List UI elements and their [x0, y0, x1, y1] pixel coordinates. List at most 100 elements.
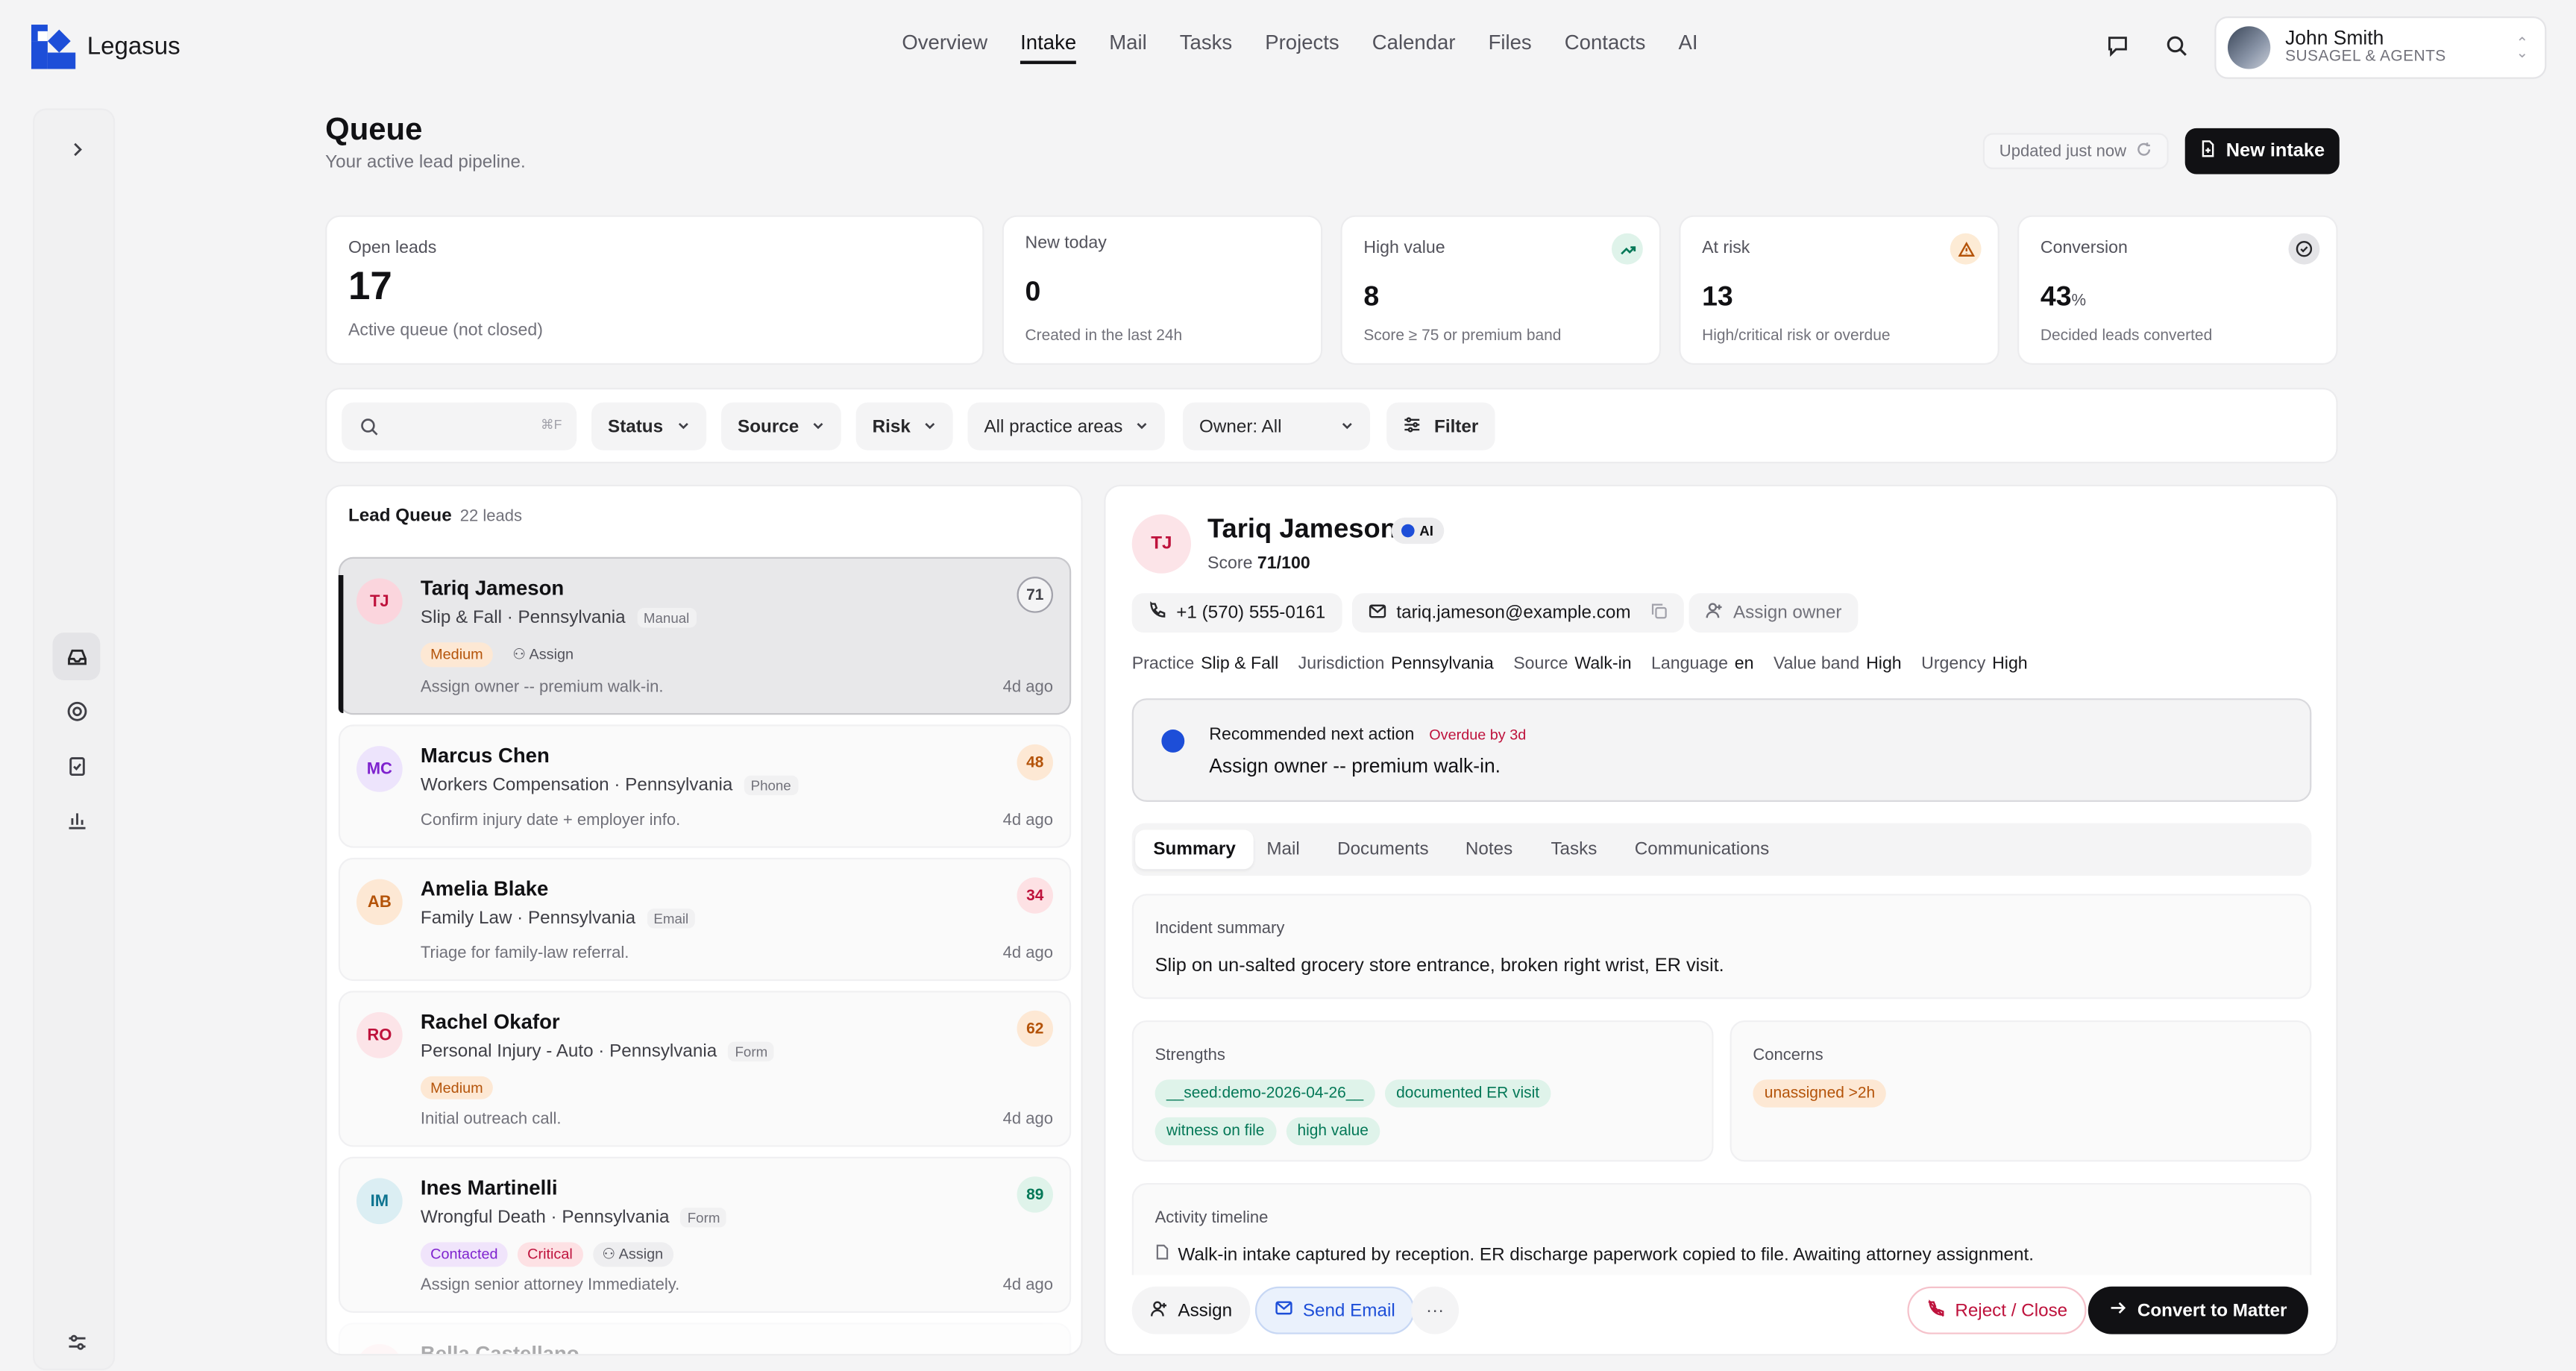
assign-chip[interactable]: ⚇ Assign [503, 642, 583, 667]
filter-button[interactable]: Filter [1386, 402, 1495, 451]
lead-tags: Medium ⚇ Assign [420, 642, 583, 668]
nav-overview[interactable]: Overview [902, 31, 987, 64]
list-item[interactable]: AB Amelia Blake Family Law · Pennsylvani… [338, 857, 1072, 982]
fact-practice: Practice Slip & Fall [1131, 653, 1279, 674]
list-item[interactable]: IM Ines Martinelli Wrongful Death · Penn… [338, 1156, 1072, 1314]
owner-filter[interactable]: Owner: All [1183, 402, 1371, 451]
mail-icon [1275, 1299, 1292, 1321]
lead-age: 4d ago [1002, 678, 1053, 697]
phone-button[interactable]: +1 (570) 555-0161 [1131, 593, 1342, 633]
phone-off-icon [1927, 1299, 1945, 1322]
nav-calendar[interactable]: Calendar [1372, 31, 1456, 64]
avatar: RO [356, 1011, 403, 1058]
lead-note: Assign senior attorney Immediately. [420, 1276, 680, 1295]
stat-value: 8 [1363, 280, 1380, 313]
user-menu[interactable]: John Smith SUSAGEL & AGENTS ⌃ ⌄ [2214, 16, 2547, 79]
lead-age: 4d ago [1002, 1276, 1053, 1295]
channel-badge: Phone [744, 775, 798, 796]
list-item[interactable]: MC Marcus Chen Workers Compensation · Pe… [338, 724, 1072, 848]
tab-summary[interactable]: Summary [1135, 829, 1254, 870]
copy-icon[interactable] [1650, 602, 1667, 624]
lead-facts: Practice Slip & Fall Jurisdiction Pennsylv… [1132, 654, 2028, 674]
refresh-icon [2136, 140, 2152, 162]
chevron-updown-icon: ⌃ ⌄ [2516, 34, 2529, 61]
list-item[interactable]: RO Rachel Okafor Personal Injury - Auto … [338, 991, 1072, 1147]
refresh-status[interactable]: Updated just now [1982, 133, 2170, 169]
nav-ai[interactable]: AI [1679, 31, 1698, 64]
lifebuoy-icon[interactable] [52, 687, 100, 735]
channel-badge: Manual [637, 608, 697, 628]
chevron-right-icon[interactable] [52, 125, 100, 172]
email-button[interactable]: tariq.jameson@example.com [1351, 593, 1684, 633]
stat-at-risk: At risk 13 High/critical risk or overdue [1679, 215, 1999, 366]
stat-new-today: New today 0 Created in the last 24h [1002, 215, 1323, 366]
lead-age: 4d ago [1002, 1111, 1053, 1129]
list-item[interactable]: BC Bella Castellano [338, 1323, 1072, 1355]
incident-text: Slip on un-salted grocery store entrance… [1155, 956, 1724, 976]
tab-documents[interactable]: Documents [1319, 829, 1447, 869]
avatar: MC [356, 746, 403, 792]
fact-value-band: Value band High [1773, 653, 1902, 674]
main-nav: Overview Intake Mail Tasks Projects Cale… [902, 31, 1730, 64]
status-filter[interactable]: Status [591, 402, 706, 451]
nav-mail[interactable]: Mail [1109, 31, 1146, 64]
detail-tabs: Summary Mail Documents Notes Tasks Commu… [1131, 823, 2312, 876]
assign-chip[interactable]: ⚇ Assign [592, 1242, 673, 1267]
lead-name: Tariq Jameson [420, 577, 565, 600]
lead-meta: Workers Compensation · Pennsylvania Phon… [421, 775, 798, 796]
fact-urgency: Urgency High [1921, 653, 2028, 674]
search-icon[interactable] [2162, 31, 2192, 61]
list-item[interactable]: TJ Tariq Jameson Slip & Fall · Pennsylva… [338, 556, 1072, 715]
selection-indicator [338, 574, 344, 714]
document-plus-icon [2199, 139, 2216, 163]
search-input[interactable]: ⌘F [342, 402, 577, 451]
nav-intake[interactable]: Intake [1020, 31, 1077, 64]
fact-language: Language en [1651, 653, 1754, 674]
nav-contacts[interactable]: Contacts [1565, 31, 1646, 64]
new-intake-button[interactable]: New intake [2184, 128, 2340, 175]
stat-conversion: Conversion 43% Decided leads converted [2017, 215, 2338, 366]
assign-owner-button[interactable]: Assign owner [1688, 593, 1859, 633]
lead-meta: Wrongful Death · Pennsylvania Form [421, 1208, 727, 1228]
send-email-button[interactable]: Send Email [1254, 1286, 1416, 1334]
tab-mail[interactable]: Mail [1248, 829, 1318, 869]
risk-badge: Critical [517, 1242, 582, 1267]
clipboard-check-icon[interactable] [52, 741, 100, 788]
brand[interactable]: Legasus [31, 25, 180, 69]
chat-icon[interactable] [2103, 31, 2133, 61]
more-actions-button[interactable]: ··· [1411, 1286, 1460, 1334]
source-filter[interactable]: Source [721, 402, 842, 451]
strength-chip: high value [1286, 1117, 1380, 1146]
avatar: TJ [1131, 514, 1192, 574]
detail-actions: Assign Send Email ··· Reject / Close Con… [1105, 1275, 2337, 1355]
score-badge: 89 [1017, 1176, 1053, 1213]
lead-tags: Contacted Critical ⚇ Assign [420, 1242, 673, 1267]
nav-projects[interactable]: Projects [1265, 31, 1339, 64]
card-label: Incident summary [1155, 920, 1285, 938]
stat-value: 0 [1025, 276, 1041, 307]
ai-sparkle-icon [1401, 524, 1415, 538]
settings-sliders-icon[interactable] [52, 1318, 100, 1366]
strength-chip: documented ER visit [1384, 1079, 1551, 1108]
recommendation-title: Recommended next action Overdue by 3d [1209, 724, 1527, 744]
assign-button[interactable]: Assign [1131, 1286, 1251, 1334]
lead-name: Amelia Blake [420, 877, 549, 901]
arrow-right-icon [2109, 1299, 2127, 1321]
reject-close-button[interactable]: Reject / Close [1907, 1286, 2087, 1334]
page-subtitle: Your active lead pipeline. [325, 152, 526, 173]
practice-area-filter[interactable]: All practice areas [967, 402, 1166, 451]
risk-badge: Medium [420, 642, 493, 668]
risk-filter[interactable]: Risk [855, 402, 954, 451]
avatar [2227, 26, 2271, 69]
timeline-item: Walk-in intake captured by reception. ER… [1155, 1244, 2034, 1266]
convert-to-matter-button[interactable]: Convert to Matter [2087, 1286, 2309, 1334]
nav-tasks[interactable]: Tasks [1180, 31, 1232, 64]
tab-notes[interactable]: Notes [1448, 829, 1531, 869]
tab-communications[interactable]: Communications [1617, 829, 1788, 869]
tab-tasks[interactable]: Tasks [1533, 829, 1615, 869]
inbox-icon[interactable] [52, 633, 101, 680]
nav-files[interactable]: Files [1489, 31, 1532, 64]
bar-chart-icon[interactable] [52, 795, 100, 843]
warning-icon [1950, 233, 1982, 265]
stat-value: 43% [2040, 280, 2087, 313]
